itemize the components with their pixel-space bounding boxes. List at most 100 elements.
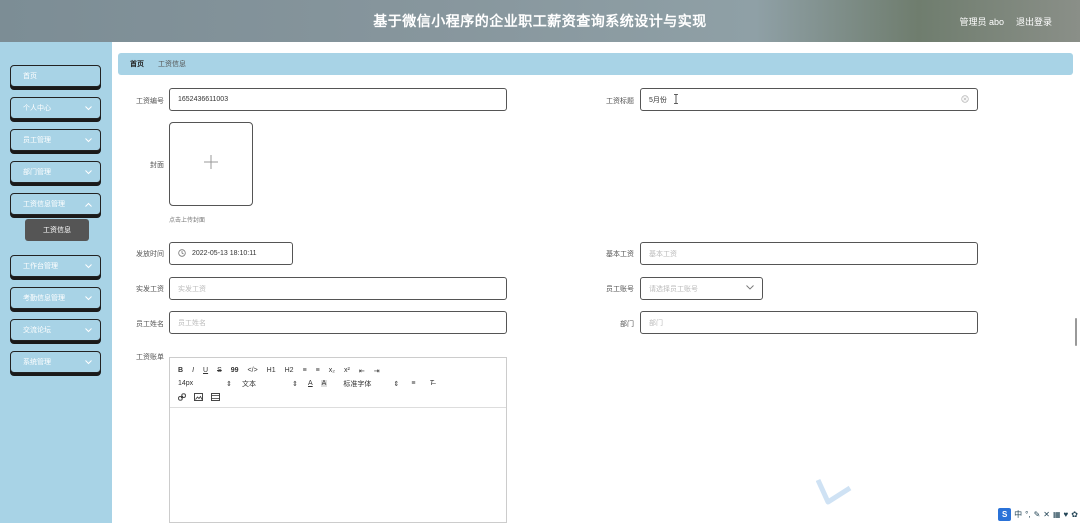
sidebar-item-attendance[interactable]: 考勤信息管理 (10, 287, 101, 309)
tools-icon[interactable]: ✕ (1043, 510, 1050, 519)
text-style-select[interactable]: 文本 ⇕ (242, 379, 298, 389)
chevron-down-icon (84, 326, 92, 334)
sidebar-item-label: 系统管理 (23, 359, 51, 366)
font-size-select[interactable]: 14px ⇕ (178, 380, 232, 388)
indent-button[interactable]: ⇥ (374, 367, 380, 375)
punctuation-icon[interactable]: °, (1025, 510, 1030, 519)
department-placeholder: 部门 (649, 319, 663, 327)
sidebar-item-label: 工作台管理 (23, 263, 58, 270)
chevron-down-icon (84, 168, 92, 176)
employee-account-placeholder: 请选择员工账号 (649, 285, 698, 293)
image-icon[interactable] (194, 392, 203, 401)
salary-bill-editor[interactable]: B I U S 99 </> H1 H2 ≡ ≡ x₂ x² ⇤ ⇥ 14px … (169, 357, 507, 523)
sidebar-item-label: 部门管理 (23, 169, 51, 176)
page-scrollbar[interactable] (1075, 318, 1077, 346)
logout-button[interactable]: 退出登录 (1016, 15, 1052, 28)
sidebar-item-home[interactable]: 首页 (10, 65, 101, 87)
current-user: 管理员 abo (959, 16, 1004, 27)
underline-button[interactable]: U (203, 367, 208, 374)
employee-account-label: 员工账号 (606, 286, 634, 293)
issue-time-label: 发放时间 (136, 251, 164, 258)
chevron-up-icon (84, 200, 92, 208)
watermark-logo-icon (815, 478, 854, 511)
updown-icon: ⇕ (292, 380, 298, 388)
sogou-logo-icon[interactable]: S (998, 507, 1012, 521)
text-style-value: 文本 (242, 380, 256, 388)
salary-no-input[interactable]: 1652436611003 (169, 88, 507, 111)
ime-tray: S 中 °, ✎ ✕ ▦ ♥ ✿ (998, 507, 1078, 521)
sidebar-item-label: 个人中心 (23, 105, 51, 112)
sidebar-subitem-salary-info[interactable]: 工资信息 (25, 219, 89, 241)
chevron-down-icon (84, 104, 92, 112)
sidebar-item-employees[interactable]: 员工管理 (10, 129, 101, 151)
app-title: 基于微信小程序的企业职工薪资查询系统设计与实现 (373, 13, 707, 29)
cover-upload-hint: 点击上传封面 (169, 218, 206, 224)
outdent-button[interactable]: ⇤ (359, 367, 365, 375)
italic-button[interactable]: I (192, 367, 194, 374)
subscript-button[interactable]: x₂ (329, 367, 335, 374)
keyboard-icon[interactable]: ▦ (1053, 510, 1061, 519)
employee-account-select[interactable]: 请选择员工账号 (640, 277, 763, 300)
editor-toolbar: B I U S 99 </> H1 H2 ≡ ≡ x₂ x² ⇤ ⇥ 14px … (170, 358, 506, 408)
base-salary-input[interactable]: 基本工资 (640, 242, 978, 265)
blockquote-button[interactable]: 99 (231, 367, 239, 374)
gear-icon[interactable]: ✿ (1071, 510, 1078, 519)
sidebar-item-profile[interactable]: 个人中心 (10, 97, 101, 119)
sidebar-item-forum[interactable]: 交流论坛 (10, 319, 101, 341)
pen-icon[interactable]: ✎ (1034, 510, 1041, 519)
video-icon[interactable] (211, 392, 220, 401)
breadcrumb-home[interactable]: 首页 (130, 59, 144, 69)
plus-icon (204, 154, 218, 174)
header-actions: 管理员 abo 退出登录 (959, 0, 1052, 42)
font-color-icon[interactable]: A (308, 380, 313, 387)
font-family-select[interactable]: 标准字体 ⇕ (343, 379, 399, 389)
clear-icon[interactable] (961, 94, 969, 105)
sidebar-item-label: 员工管理 (23, 137, 51, 144)
code-block-button[interactable]: </> (248, 367, 258, 374)
clock-icon (178, 248, 186, 259)
link-icon[interactable] (178, 392, 186, 401)
align-icon[interactable]: ≡ (411, 380, 415, 387)
clear-format-icon[interactable]: T̶ (429, 380, 433, 387)
issue-time-value: 2022-05-13 18:10:11 (192, 250, 257, 257)
department-label: 部门 (620, 321, 634, 328)
salary-title-input[interactable]: 5月份 (640, 88, 978, 111)
employee-name-placeholder: 员工姓名 (178, 319, 206, 327)
chevron-down-icon (746, 285, 754, 292)
salary-title-value: 5月份 (649, 96, 667, 104)
employee-name-label: 员工姓名 (136, 321, 164, 328)
background-color-icon[interactable]: A (320, 380, 328, 387)
shirt-icon[interactable]: ♥ (1064, 510, 1069, 519)
issue-time-picker[interactable]: 2022-05-13 18:10:11 (169, 242, 293, 265)
actual-salary-input[interactable]: 实发工资 (169, 277, 507, 300)
strike-button[interactable]: S (217, 367, 222, 374)
base-salary-label: 基本工资 (606, 251, 634, 258)
cover-upload[interactable] (169, 122, 253, 206)
bullet-list-button[interactable]: ≡ (316, 367, 320, 374)
base-salary-placeholder: 基本工资 (649, 250, 677, 258)
breadcrumb: 首页 工资信息 (118, 53, 1073, 75)
heading2-button[interactable]: H2 (285, 367, 294, 374)
sidebar-item-workbench[interactable]: 工作台管理 (10, 255, 101, 277)
department-input[interactable]: 部门 (640, 311, 978, 334)
salary-no-value: 1652436611003 (178, 96, 229, 103)
bold-button[interactable]: B (178, 367, 183, 374)
employee-name-input[interactable]: 员工姓名 (169, 311, 507, 334)
heading1-button[interactable]: H1 (267, 367, 276, 374)
sidebar-item-departments[interactable]: 部门管理 (10, 161, 101, 183)
top-header: 基于微信小程序的企业职工薪资查询系统设计与实现 管理员 abo 退出登录 (0, 0, 1080, 42)
ime-mode-label[interactable]: 中 (1014, 509, 1022, 520)
updown-icon: ⇕ (226, 380, 232, 388)
ordered-list-button[interactable]: ≡ (303, 367, 307, 374)
sidebar-item-system[interactable]: 系统管理 (10, 351, 101, 373)
sidebar-item-label: 交流论坛 (23, 327, 51, 334)
font-family-value: 标准字体 (343, 380, 372, 388)
salary-title-label: 工资标题 (606, 98, 634, 105)
superscript-button[interactable]: x² (344, 367, 350, 374)
cover-label: 封面 (150, 162, 164, 169)
text-cursor-icon (673, 93, 679, 106)
sidebar-item-salary-management[interactable]: 工资信息管理 (10, 193, 101, 215)
breadcrumb-current: 工资信息 (158, 61, 186, 68)
actual-salary-label: 实发工资 (136, 286, 164, 293)
chevron-down-icon (84, 358, 92, 366)
